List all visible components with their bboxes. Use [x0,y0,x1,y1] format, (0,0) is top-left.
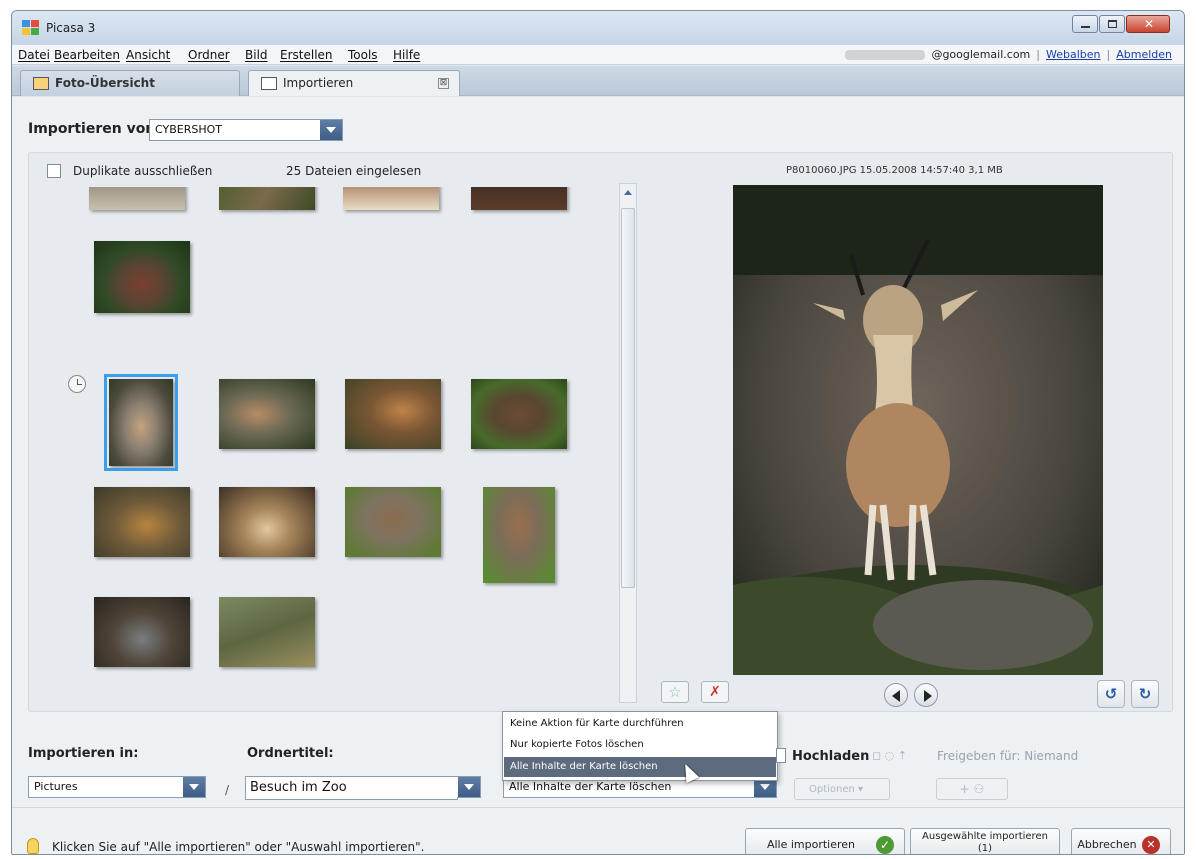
window-title: Picasa 3 [46,21,96,35]
files-loaded-count: 25 Dateien eingelesen [286,164,422,178]
scroll-up-icon[interactable] [620,184,636,202]
import-to-label: Importieren in: [28,746,139,761]
account-email: @googlemail.com [931,48,1031,61]
import-panel: Duplikate ausschließen 25 Dateien eingel… [28,152,1173,712]
folder-title-label: Ordnertitel: [247,746,334,761]
gazelle-preview-icon [733,185,1103,675]
photo-thumbnail[interactable] [219,379,315,449]
web-albums-link[interactable]: Webalben [1046,48,1101,61]
add-people-button[interactable]: + ⚇ [936,778,1008,800]
folder-title-input[interactable]: Besuch im Zoo [245,776,458,800]
tab-row: Foto-Übersicht Importieren ⊠ [12,66,1184,96]
exclude-duplicates-label: Duplikate ausschließen [73,164,213,178]
preview-file-info: P8010060.JPG 15.05.2008 14:57:40 3,1 MB [786,165,1003,176]
cancel-x-icon: ✕ [1142,836,1160,854]
photo-thumbnail[interactable] [219,597,315,667]
menu-bild[interactable]: Bild [245,48,268,62]
checkmark-icon: ✓ [876,836,894,854]
photo-thumbnail[interactable] [343,187,439,210]
clock-icon [68,375,86,393]
upload-privacy-icon: ◻ ◌ ⇡ [872,749,907,762]
menu-ansicht[interactable]: Ansicht [126,48,170,62]
picasa-logo-icon [22,20,40,36]
import-device-value: CYBERSHOT [155,123,222,136]
photo-overview-icon [33,77,49,90]
card-action-option-highlighted[interactable]: Alle Inhalte der Karte löschen [504,757,776,777]
rotate-left-icon[interactable]: ↺ [1097,680,1125,708]
import-folder-select[interactable]: Pictures [28,776,206,798]
photo-thumbnail[interactable] [345,487,441,557]
redacted-username [845,49,926,60]
star-icon[interactable]: ☆ [661,681,689,703]
photo-thumbnail[interactable] [471,379,567,449]
title-bar: Picasa 3 ✕ [12,11,1184,45]
import-selected-button[interactable]: Ausgewählte importieren (1) [910,828,1060,854]
logout-link[interactable]: Abmelden [1116,48,1172,61]
photo-thumbnail[interactable] [471,187,567,210]
status-hint: Klicken Sie auf "Alle importieren" oder … [52,840,425,854]
cancel-button[interactable]: Abbrechen ✕ [1071,828,1171,854]
photo-thumbnail[interactable] [345,379,441,449]
import-view: Importieren von CYBERSHOT Duplikate auss… [12,97,1184,854]
photo-thumbnail[interactable] [94,241,190,313]
path-separator: / [225,783,230,797]
tab-close-icon[interactable]: ⊠ [438,78,449,89]
tab-label: Foto-Übersicht [55,76,155,90]
card-action-value: Alle Inhalte der Karte löschen [509,780,672,793]
folder-title-dropdown[interactable] [457,776,481,798]
import-folder-value: Pictures [34,780,78,793]
maximize-button[interactable] [1099,15,1125,33]
tab-label: Importieren [283,76,354,90]
photo-thumbnail[interactable] [94,597,190,667]
photo-thumbnail[interactable] [104,374,178,471]
exclude-duplicates-checkbox[interactable] [47,164,61,178]
import-camera-icon [261,77,277,90]
photo-thumbnail[interactable] [219,487,315,557]
status-bar: Klicken Sie auf "Alle importieren" oder … [12,807,1184,854]
menu-datei[interactable]: Datei [18,48,50,62]
next-photo-button[interactable] [914,683,938,707]
photo-thumbnail[interactable] [219,187,315,210]
lightbulb-icon [27,838,39,854]
previous-photo-button[interactable] [884,683,908,707]
upload-label: Hochladen [792,749,870,764]
tab-photo-overview[interactable]: Foto-Übersicht [20,70,240,96]
thumbnail-grid [47,187,612,707]
picasa-window: Picasa 3 ✕ Datei Bearbeiten Ansicht Ordn… [11,10,1185,855]
thumbnail-scrollbar[interactable] [619,183,637,703]
account-area: @googlemail.com | Webalben | Abmelden [845,48,1172,61]
menu-tools[interactable]: Tools [348,48,378,62]
upload-options-button[interactable]: Optionen ▾ [794,778,890,800]
photo-thumbnail[interactable] [89,187,185,210]
minimize-button[interactable] [1072,15,1098,33]
scroll-thumb[interactable] [621,208,635,588]
card-action-option[interactable]: Nur kopierte Fotos löschen [504,735,776,755]
import-from-label: Importieren von [28,121,156,137]
menu-hilfe[interactable]: Hilfe [393,48,420,62]
card-action-option[interactable]: Keine Aktion für Karte durchführen [504,714,776,734]
photo-thumbnail[interactable] [483,487,555,583]
chevron-down-icon[interactable] [183,777,205,797]
share-label: Freigeben für: Niemand [937,749,1079,763]
tab-import[interactable]: Importieren ⊠ [248,70,460,96]
menu-erstellen[interactable]: Erstellen [280,48,333,62]
upload-checkbox[interactable] [776,748,786,763]
preview-image [733,185,1103,675]
card-action-menu: Keine Aktion für Karte durchführen Nur k… [502,711,778,781]
import-device-select[interactable]: CYBERSHOT [149,119,343,141]
chevron-down-icon[interactable] [320,120,342,140]
menu-ordner[interactable]: Ordner [188,48,230,62]
import-all-button[interactable]: Alle importieren ✓ [745,828,905,854]
reject-icon[interactable]: ✗ [701,681,729,703]
rotate-right-icon[interactable]: ↻ [1131,680,1159,708]
menu-bar: Datei Bearbeiten Ansicht Ordner Bild Ers… [12,45,1184,65]
chevron-down-icon[interactable] [458,777,480,797]
close-button[interactable]: ✕ [1126,15,1170,33]
menu-bearbeiten[interactable]: Bearbeiten [54,48,120,62]
photo-thumbnail[interactable] [94,487,190,557]
